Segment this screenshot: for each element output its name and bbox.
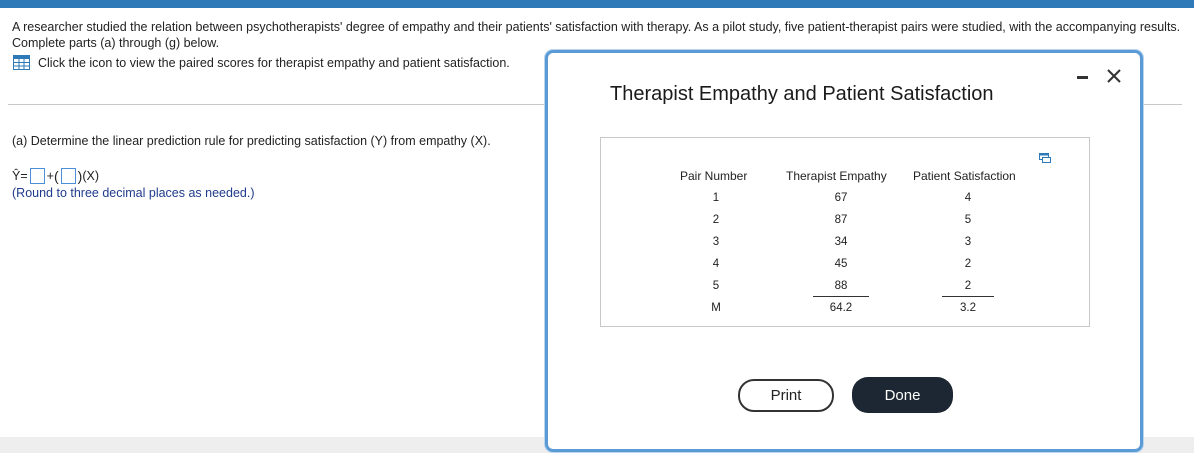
intercept-input[interactable] — [29, 168, 45, 184]
prediction-equation: Ŷ = + ( ) (X) — [12, 168, 99, 184]
x-term: (X) — [82, 169, 99, 183]
part-a-label: (a) Determine the linear prediction rule… — [12, 134, 491, 148]
yhat-symbol: Ŷ — [12, 169, 21, 183]
grid-table-icon[interactable] — [13, 55, 30, 70]
close-icon[interactable] — [1105, 67, 1123, 85]
header-therapist-empathy: Therapist Empathy — [786, 169, 887, 183]
open-paren: ( — [53, 168, 59, 184]
header-pair-number: Pair Number — [680, 169, 748, 183]
cell-mean-satisfaction: 3.2 — [960, 302, 976, 314]
cell-satisfaction-3: 3 — [964, 236, 972, 248]
cell-pair-5: 5 — [712, 280, 720, 292]
slope-input[interactable] — [60, 168, 76, 184]
cell-empathy-3: 34 — [834, 236, 848, 248]
cell-pair-3: 3 — [712, 236, 720, 248]
cell-satisfaction-1: 4 — [964, 192, 972, 204]
satisfaction-sum-rule — [942, 296, 994, 297]
plus-sign: + — [46, 169, 54, 183]
data-table: Pair Number Therapist Empathy Patient Sa… — [600, 137, 1090, 327]
round-note: (Round to three decimal places as needed… — [12, 186, 255, 200]
help-row[interactable]: Click the icon to view the paired scores… — [13, 55, 510, 70]
empathy-sum-rule — [813, 296, 869, 297]
cell-satisfaction-5: 2 — [964, 280, 972, 292]
header-patient-satisfaction: Patient Satisfaction — [913, 169, 1016, 183]
modal-title: Therapist Empathy and Patient Satisfacti… — [610, 83, 994, 105]
cell-empathy-2: 87 — [834, 214, 848, 226]
cell-pair-1: 1 — [712, 192, 720, 204]
top-accent-bar — [0, 0, 1194, 8]
done-button[interactable]: Done — [852, 377, 953, 413]
minimize-icon[interactable] — [1077, 67, 1089, 81]
cell-pair-2: 2 — [712, 214, 720, 226]
cell-mean-empathy: 64.2 — [829, 302, 853, 314]
equals-sign: = — [20, 169, 28, 183]
cell-empathy-1: 67 — [834, 192, 848, 204]
popout-icon[interactable] — [1039, 150, 1051, 163]
cell-satisfaction-4: 2 — [964, 258, 972, 270]
help-link-text[interactable]: Click the icon to view the paired scores… — [38, 56, 510, 70]
cell-pair-4: 4 — [712, 258, 720, 270]
cell-mean-label: M — [711, 302, 721, 314]
cell-empathy-5: 88 — [834, 280, 848, 292]
question-text: A researcher studied the relation betwee… — [12, 20, 1181, 50]
cell-empathy-4: 45 — [834, 258, 848, 270]
cell-satisfaction-2: 5 — [964, 214, 972, 226]
print-button[interactable]: Print — [738, 379, 834, 412]
data-modal: Therapist Empathy and Patient Satisfacti… — [545, 50, 1143, 452]
